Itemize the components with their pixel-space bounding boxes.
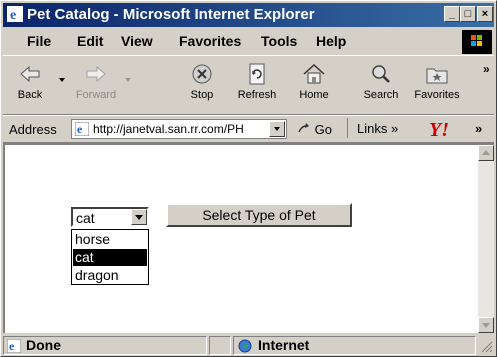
address-url: http://janetval.san.rr.com/PH: [93, 122, 244, 136]
svg-text:e: e: [77, 122, 83, 136]
dropdown-arrow-icon: [59, 78, 65, 82]
favorites-label: Favorites: [414, 89, 460, 101]
dropdown-arrow-icon: [125, 78, 131, 82]
address-input[interactable]: e http://janetval.san.rr.com/PH: [71, 119, 287, 139]
svg-text:Y!: Y!: [429, 119, 449, 140]
refresh-button[interactable]: Refresh: [234, 62, 280, 112]
refresh-icon: [249, 63, 265, 85]
back-arrow-icon: [20, 65, 40, 83]
search-button[interactable]: Search: [358, 62, 404, 112]
favorites-folder-icon: [426, 68, 448, 84]
resize-grip-icon[interactable]: [479, 339, 493, 353]
chevron-down-icon: [135, 215, 143, 220]
home-icon: [303, 63, 325, 84]
title-bar[interactable]: e Pet Catalog - Microsoft Internet Explo…: [3, 3, 494, 27]
menu-bar: File Edit View Favorites Tools Help: [3, 29, 494, 53]
status-text: Done: [26, 337, 61, 353]
search-label: Search: [363, 89, 399, 101]
refresh-label: Refresh: [237, 89, 277, 101]
toolbar-overflow-chevron[interactable]: »: [483, 62, 490, 76]
vertical-scrollbar[interactable]: [478, 145, 494, 333]
menu-help[interactable]: Help: [316, 33, 346, 49]
chevron-down-icon: [274, 127, 280, 131]
go-button[interactable]: Go: [297, 122, 332, 137]
window-title: Pet Catalog - Microsoft Internet Explore…: [27, 6, 315, 23]
chevron-down-icon: [482, 323, 490, 328]
svg-text:e: e: [10, 8, 16, 22]
pet-type-options-list: horse cat dragon: [71, 229, 149, 285]
home-button[interactable]: Home: [291, 62, 337, 112]
stop-icon: [192, 64, 212, 84]
scroll-up-button[interactable]: [478, 145, 494, 161]
menu-edit[interactable]: Edit: [77, 33, 103, 49]
page-done-icon: e: [7, 339, 21, 353]
page-icon: e: [75, 122, 89, 136]
addressbar-overflow-chevron[interactable]: »: [475, 121, 482, 136]
minimize-button[interactable]: _: [444, 6, 460, 22]
ie-logo-icon: e: [7, 6, 23, 22]
option-dragon[interactable]: dragon: [73, 267, 147, 284]
close-button[interactable]: ×: [477, 6, 493, 22]
globe-icon: [238, 339, 252, 353]
go-arrow-icon: [298, 123, 309, 133]
zone-label: Internet: [258, 337, 310, 353]
forward-arrow-icon: [86, 65, 106, 83]
windows-logo-icon: [462, 30, 492, 54]
home-label: Home: [299, 89, 329, 101]
forward-label: Forward: [75, 89, 117, 101]
scroll-down-button[interactable]: [478, 317, 494, 333]
menu-file[interactable]: File: [27, 33, 51, 49]
select-pet-button[interactable]: Select Type of Pet: [166, 203, 352, 227]
status-pane-progress: [209, 336, 231, 355]
stop-label: Stop: [190, 89, 214, 101]
address-label: Address: [9, 122, 57, 137]
yahoo-logo-icon[interactable]: Y!: [423, 118, 467, 140]
page-content: cat horse cat dragon Select Type of Pet: [3, 143, 494, 333]
back-button[interactable]: Back: [7, 62, 53, 112]
favorites-button[interactable]: Favorites: [414, 62, 460, 112]
pet-type-select-value: cat: [76, 210, 95, 226]
menu-favorites[interactable]: Favorites: [179, 33, 241, 49]
forward-history-dropdown[interactable]: [121, 62, 135, 112]
back-label: Back: [17, 89, 43, 101]
links-button[interactable]: Links »: [357, 121, 398, 136]
security-zone-pane: Internet: [233, 336, 476, 355]
divider: [347, 118, 348, 138]
option-horse[interactable]: horse: [73, 231, 147, 248]
go-label: Go: [314, 122, 332, 137]
back-history-dropdown[interactable]: [55, 62, 69, 112]
standard-toolbar: Back Forward Stop Refresh Home Search Fa…: [3, 55, 494, 115]
status-bar: e Done Internet: [3, 335, 494, 356]
search-icon: [372, 65, 390, 83]
forward-button[interactable]: Forward: [73, 62, 119, 112]
browser-window: e Pet Catalog - Microsoft Internet Explo…: [0, 0, 497, 357]
menu-view[interactable]: View: [121, 33, 153, 49]
address-dropdown-button[interactable]: [269, 121, 285, 137]
address-bar: Address e http://janetval.san.rr.com/PH …: [3, 115, 494, 143]
svg-text:e: e: [9, 339, 15, 353]
maximize-button[interactable]: □: [460, 6, 476, 22]
chevron-up-icon: [482, 150, 490, 155]
pet-type-select[interactable]: cat: [71, 207, 149, 227]
status-pane: e Done: [3, 336, 207, 355]
stop-button[interactable]: Stop: [179, 62, 225, 112]
menu-tools[interactable]: Tools: [261, 33, 297, 49]
select-dropdown-button[interactable]: [131, 209, 147, 225]
option-cat[interactable]: cat: [73, 249, 147, 266]
